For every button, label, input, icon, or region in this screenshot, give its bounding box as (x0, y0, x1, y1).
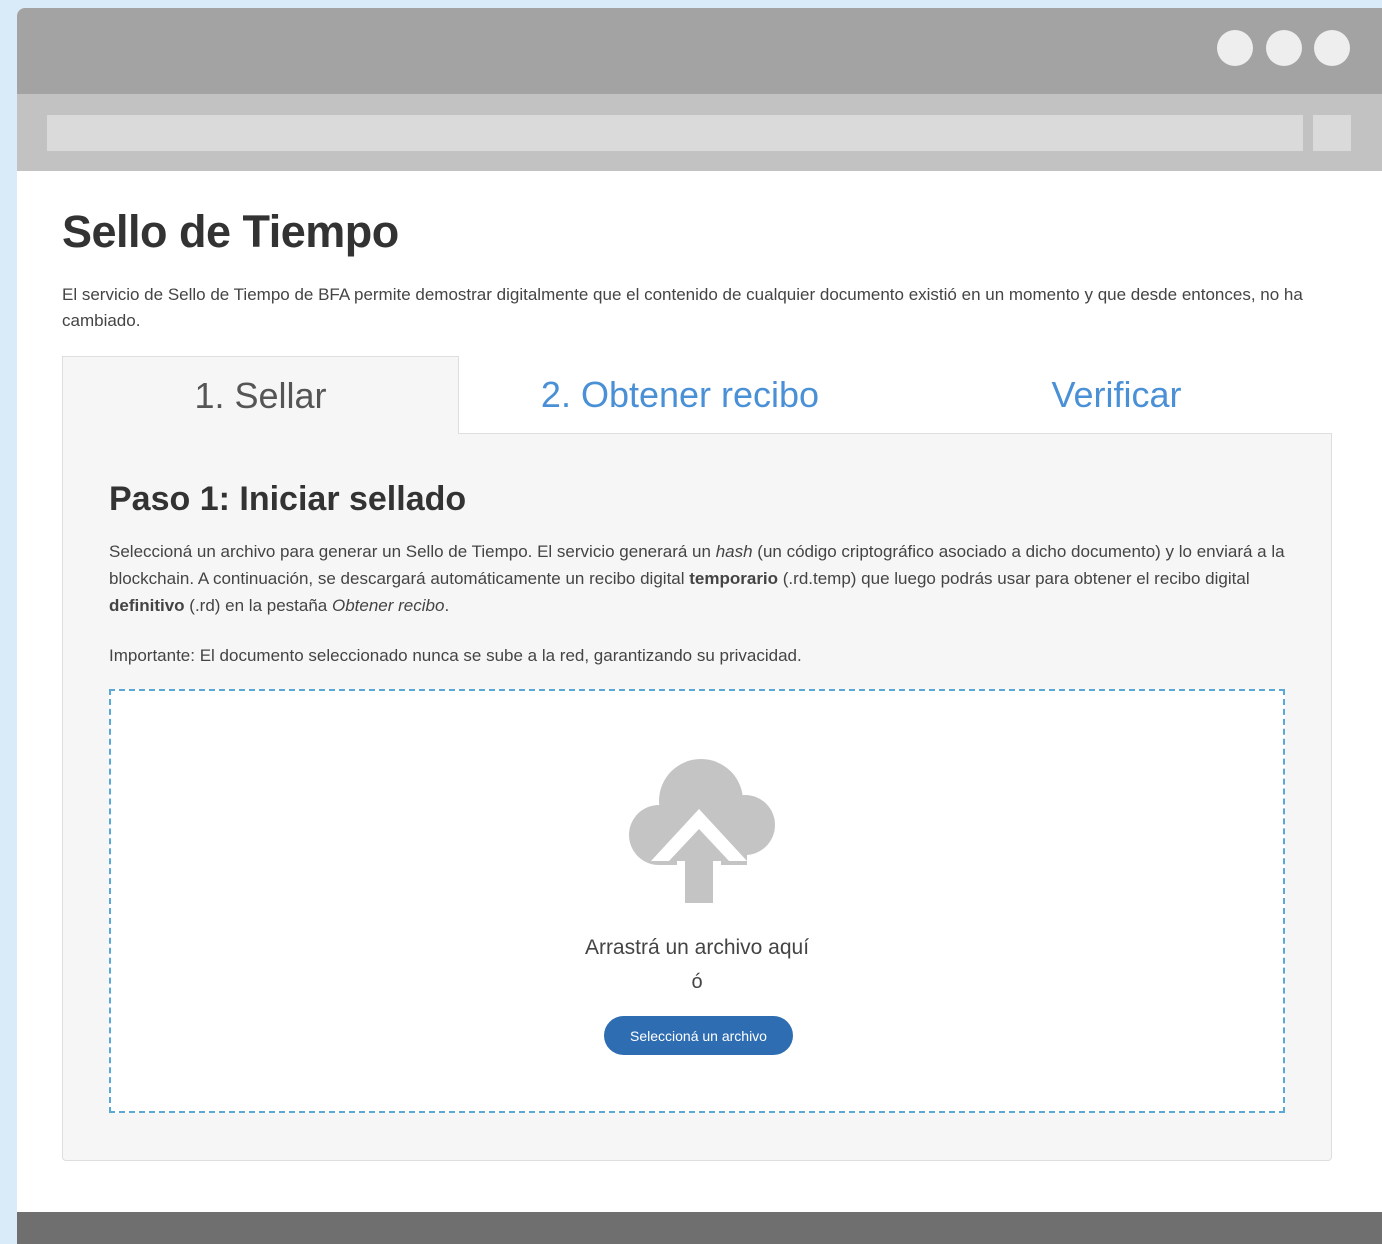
tab-verificar[interactable]: Verificar (901, 356, 1332, 434)
step-title: Paso 1: Iniciar sellado (109, 480, 467, 518)
privacy-note: Importante: El documento seleccionado nu… (109, 646, 802, 665)
browser-window: Sello de Tiempo El servicio de Sello de … (17, 8, 1382, 1244)
window-dot-icon (1217, 30, 1253, 66)
intro-text: El servicio de Sello de Tiempo de BFA pe… (62, 285, 1303, 330)
cloud-upload-icon (629, 759, 775, 905)
select-file-button[interactable]: Seleccioná un archivo (604, 1016, 793, 1055)
title-bar (17, 8, 1382, 94)
step-description: Seleccioná un archivo para generar un Se… (109, 542, 1285, 615)
tab-sellar[interactable]: 1. Sellar (62, 356, 459, 434)
address-bar (17, 94, 1382, 171)
address-bar-button[interactable] (1313, 115, 1351, 151)
tab-obtener-recibo[interactable]: 2. Obtener recibo (459, 356, 901, 434)
dropzone-or: ó (691, 971, 703, 993)
window-dot-icon (1314, 30, 1350, 66)
tab-panel: Paso 1: Iniciar sellado Seleccioná un ar… (62, 433, 1332, 1161)
url-field[interactable] (47, 115, 1303, 151)
window-dot-icon (1266, 30, 1302, 66)
file-dropzone[interactable]: Arrastrá un archivo aquí ó Seleccioná un… (109, 689, 1285, 1113)
dropzone-instruction: Arrastrá un archivo aquí (584, 936, 810, 959)
page-title: Sello de Tiempo (62, 206, 399, 257)
footer-bar (17, 1212, 1382, 1244)
